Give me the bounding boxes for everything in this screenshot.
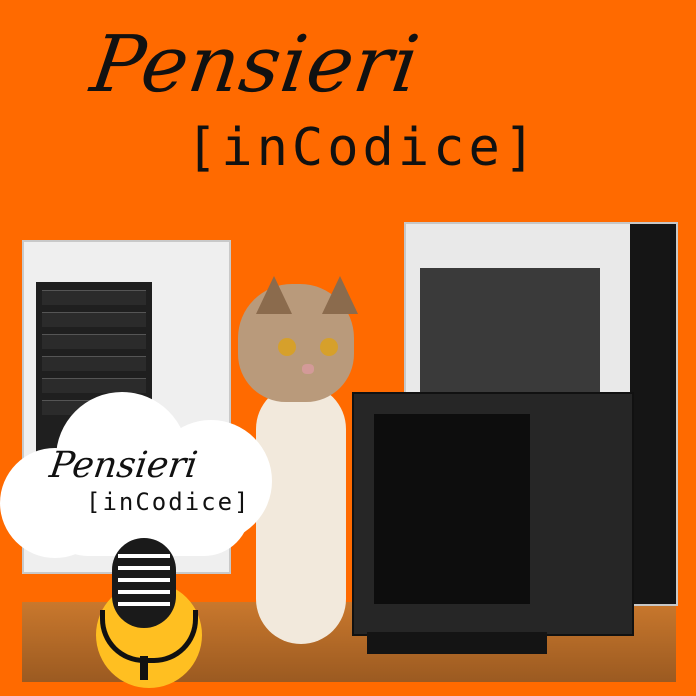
- keyboard: [367, 632, 547, 654]
- podcast-cover: Pensieri [inCodice] Pensieri [inCodice]: [0, 0, 696, 696]
- server-right-face: [420, 268, 600, 392]
- cover-title-script: Pensieri: [85, 20, 426, 110]
- server-right-side: [630, 224, 676, 604]
- badge-title-script: Pensieri: [47, 445, 201, 486]
- cover-title-mono: [inCodice]: [186, 118, 540, 178]
- desktop-case-interior: [374, 414, 530, 604]
- badge-title-mono: [inCodice]: [86, 488, 251, 516]
- microphone-icon: [84, 538, 204, 688]
- desktop-case: [352, 392, 634, 636]
